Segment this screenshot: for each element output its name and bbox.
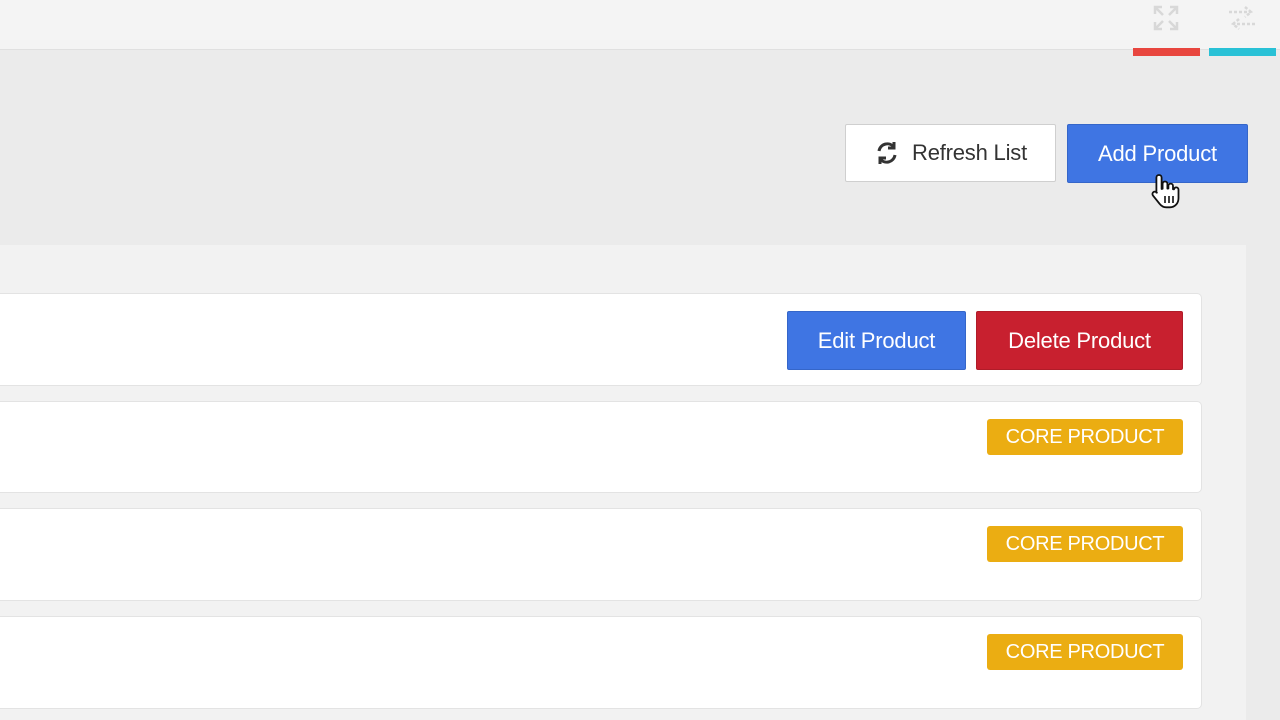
edit-product-label: Edit Product xyxy=(817,327,936,353)
delete-product-label: Delete Product xyxy=(1008,327,1151,353)
refresh-list-label: Refresh List xyxy=(912,140,1027,165)
top-bar xyxy=(0,0,1280,50)
add-product-label: Add Product xyxy=(1098,140,1217,166)
core-product-badge: CORE PRODUCT xyxy=(987,634,1183,670)
swap-arrows-icon[interactable] xyxy=(1222,2,1262,34)
core-product-badge: CORE PRODUCT xyxy=(987,419,1183,455)
hand-pointer-cursor-icon xyxy=(1151,174,1180,209)
core-product-badge: CORE PRODUCT xyxy=(987,526,1183,562)
delete-product-button[interactable]: Delete Product xyxy=(976,311,1183,370)
edit-product-button[interactable]: Edit Product xyxy=(787,311,966,370)
refresh-list-button[interactable]: Refresh List xyxy=(845,124,1056,182)
expand-icon[interactable] xyxy=(1146,2,1186,34)
refresh-icon xyxy=(877,142,897,164)
